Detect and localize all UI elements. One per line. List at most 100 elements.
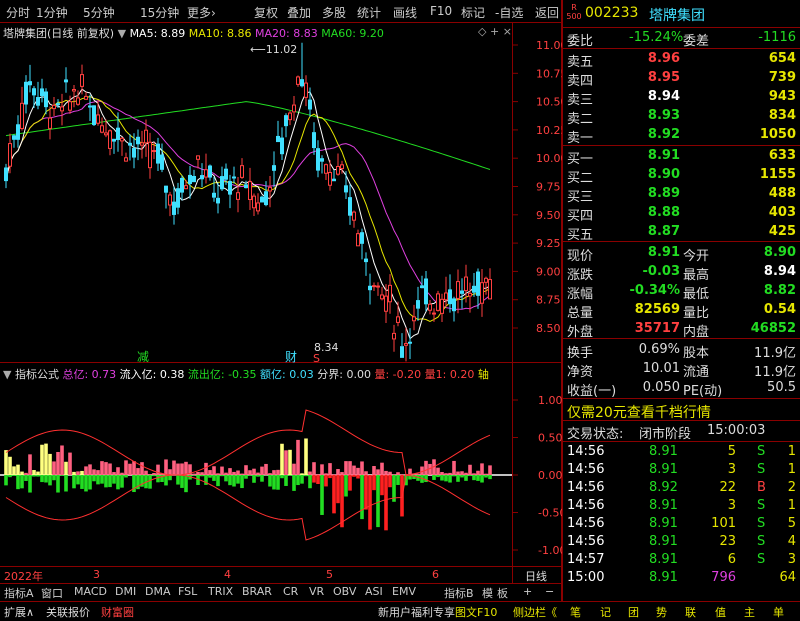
tab-window[interactable]: 窗口	[41, 585, 63, 601]
inflow-bar	[284, 450, 288, 475]
expand-button[interactable]: 扩展∧	[4, 604, 34, 620]
trend-icon[interactable]: 势	[656, 604, 667, 620]
candle-body	[441, 299, 444, 313]
tab-5min[interactable]: 5分钟	[83, 4, 115, 21]
tab-15min[interactable]: 15分钟	[140, 4, 179, 21]
stat-value: 46852	[751, 321, 796, 336]
period-label[interactable]: 日线	[525, 568, 547, 584]
ma60-line	[6, 102, 490, 170]
tab-indicator-a[interactable]: 指标A	[4, 585, 34, 601]
sidebar-toggle[interactable]: 侧边栏《	[513, 604, 557, 620]
related-quotes-button[interactable]: 关联报价	[46, 604, 90, 620]
order-icon[interactable]: 单	[773, 604, 784, 620]
indicator-chart[interactable]: 1.000.500.00-0.50-1.00	[0, 380, 562, 566]
group-icon[interactable]: 团	[628, 604, 639, 620]
overlay-button[interactable]: 叠加	[287, 4, 311, 21]
tab-dmi[interactable]: DMI	[115, 585, 136, 598]
candle-body	[477, 272, 480, 295]
inflow-bar	[488, 465, 492, 475]
back-button[interactable]: 返回	[535, 4, 559, 21]
tab-asi[interactable]: ASI	[365, 585, 383, 598]
fin-row: 换手0.69%股本11.9亿	[563, 341, 800, 359]
candle-body	[345, 186, 348, 192]
candle-body	[261, 197, 264, 202]
more-button[interactable]: 更多›	[187, 4, 216, 21]
promo-row[interactable]: 仅需20元查看千档行情	[563, 401, 800, 419]
tab-cr[interactable]: CR	[283, 585, 298, 598]
tab-fenshi[interactable]: 分时	[6, 4, 30, 21]
inflow-bar	[208, 470, 212, 475]
tick-price: 8.91	[649, 498, 678, 513]
inflow-bar	[8, 457, 12, 475]
zoom-out-button[interactable]: −	[545, 585, 554, 598]
inflow-bar	[80, 471, 84, 475]
tab-fsl[interactable]: FSL	[178, 585, 197, 598]
kline-chart[interactable]: 11.0010.7510.5010.2510.009.759.509.259.0…	[0, 22, 562, 362]
tab-emv[interactable]: EMV	[392, 585, 416, 598]
promo-text[interactable]: 仅需20元查看千档行情	[567, 402, 711, 422]
outflow-bar	[364, 475, 368, 510]
mark-button[interactable]: 标记	[461, 4, 485, 21]
inflow-bar	[112, 472, 116, 475]
candle-body	[273, 166, 276, 171]
outflow-bar	[376, 475, 380, 527]
zoom-in-button[interactable]: +	[523, 585, 532, 598]
inflow-bar	[328, 463, 332, 475]
record-icon[interactable]: 记	[600, 604, 611, 620]
inflow-bar	[56, 452, 60, 475]
tab-template[interactable]: 模	[482, 585, 493, 601]
tick-side: S	[757, 462, 765, 477]
tick-row: 14:568.91101S5	[563, 515, 800, 533]
candle-body	[153, 151, 156, 152]
bid-price: 8.87	[648, 224, 680, 239]
outflow-bar	[488, 475, 492, 479]
new-user-promo[interactable]: 新用户福利专享	[378, 604, 455, 620]
inflow-bar	[28, 454, 32, 475]
tab-brar[interactable]: BRAR	[242, 585, 272, 598]
f10-graphic-button[interactable]: 图文F10	[455, 604, 497, 620]
candle-body	[437, 294, 440, 310]
link-icon[interactable]: 联	[685, 604, 696, 620]
tab-dma[interactable]: DMA	[145, 585, 171, 598]
fuquan-button[interactable]: 复权	[254, 4, 278, 21]
tick-count: 1	[788, 444, 796, 459]
tab-vr[interactable]: VR	[309, 585, 324, 598]
jian-marker[interactable]: 减	[137, 348, 149, 365]
note-icon[interactable]: 笔	[570, 604, 581, 620]
tick-price: 8.91	[649, 462, 678, 477]
inflow-bar	[248, 470, 252, 475]
candle-body	[97, 115, 100, 123]
tab-trix[interactable]: TRIX	[208, 585, 233, 598]
tab-obv[interactable]: OBV	[333, 585, 356, 598]
outflow-bar	[452, 475, 456, 476]
wealth-circle-button[interactable]: 财富圈	[101, 604, 134, 620]
f10-button[interactable]: F10	[430, 4, 452, 18]
candle-body	[401, 347, 404, 358]
outflow-bar	[180, 475, 184, 488]
tab-indicator-b[interactable]: 指标B	[444, 585, 474, 601]
draw-line-button[interactable]: 画线	[393, 4, 417, 21]
tab-board[interactable]: 板	[497, 585, 508, 601]
candle-body	[305, 83, 308, 97]
candle-body	[481, 283, 484, 304]
bid-label: 买四	[567, 205, 593, 224]
inflow-bar	[476, 471, 480, 475]
candle-body	[393, 333, 396, 339]
cai-marker[interactable]: 财	[285, 348, 297, 365]
main-icon[interactable]: 主	[744, 604, 755, 620]
multi-stock-button[interactable]: 多股	[322, 4, 346, 21]
add-favorite-button[interactable]: -自选	[495, 4, 523, 21]
value-icon[interactable]: 值	[715, 604, 726, 620]
stat-value: -0.34%	[630, 283, 681, 298]
s-marker[interactable]: S	[313, 352, 320, 365]
stat-value: 0.54	[764, 302, 796, 317]
tick-side: S	[757, 516, 765, 531]
date-month-3: 3	[93, 568, 100, 581]
stats-button[interactable]: 统计	[357, 4, 381, 21]
candle-body	[89, 106, 92, 107]
inflow-bar	[184, 462, 188, 475]
tab-1min[interactable]: 1分钟	[36, 4, 68, 21]
outflow-bar	[208, 475, 212, 478]
inflow-bar	[484, 474, 488, 475]
tab-macd[interactable]: MACD	[74, 585, 107, 598]
